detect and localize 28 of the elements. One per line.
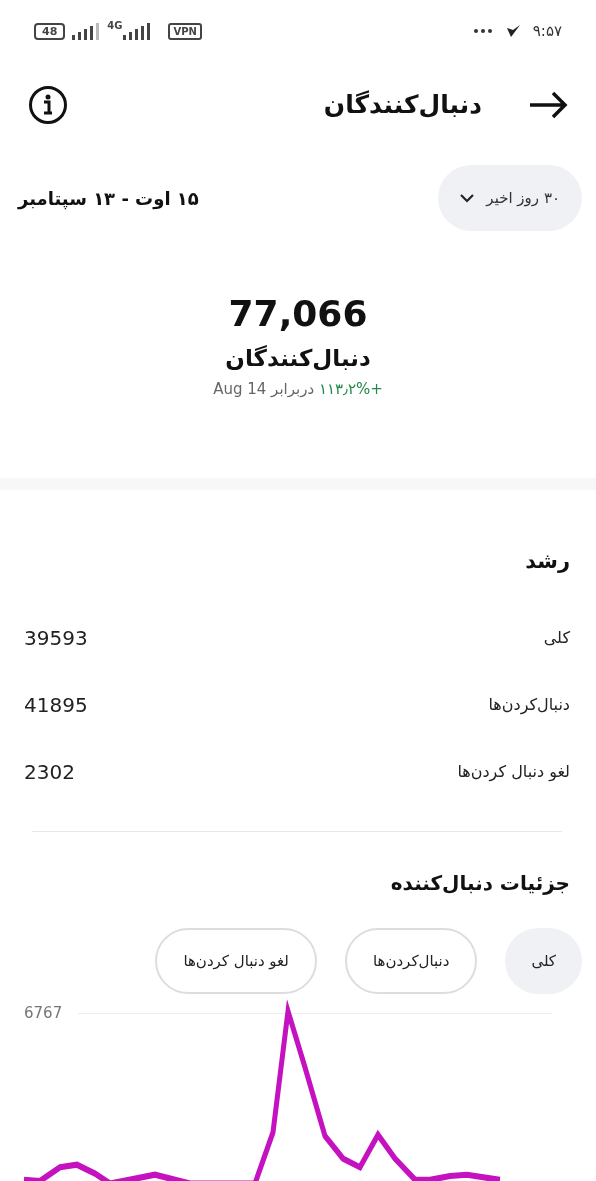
chevron-down-icon (460, 193, 475, 203)
follower-count: 77,066 (228, 292, 368, 336)
filter-chip[interactable]: دنبال‌کردن‌ها (344, 928, 478, 994)
follower-label: دنبال‌کنندگان (225, 344, 371, 373)
change-summary: +۱۱۳٫۲% دربرابر Aug 14 (213, 379, 383, 400)
growth-title: رشد (524, 548, 570, 575)
filter-chip[interactable]: کلی (505, 928, 582, 994)
date-range: ۱۵ اوت - ۱۳ سپتامبر (18, 186, 199, 212)
info-icon[interactable] (28, 85, 68, 125)
metric-value: 39593 (24, 624, 88, 652)
signal-icon (72, 22, 101, 40)
battery-indicator: 48 (34, 22, 66, 40)
metric-value: 41895 (24, 691, 88, 719)
more-icon (472, 28, 493, 34)
period-dropdown[interactable]: ۳۰ روز اخیر (438, 165, 582, 231)
filter-chip[interactable]: لغو دنبال کردن‌ها (155, 928, 317, 994)
network-label: 4G (107, 18, 123, 33)
metric-label: دنبال‌کردن‌ها (488, 693, 570, 717)
vpn-badge: VPN (168, 22, 202, 40)
page-title: دنبال‌کنندگان (323, 89, 482, 122)
metric-value: 2302 (24, 758, 75, 786)
metric-label: کلی (543, 626, 570, 649)
axis-label: 6767 (24, 1003, 63, 1024)
details-title: جزئیات دنبال‌کننده (389, 870, 570, 897)
status-time: ۹:۵۷ (532, 20, 562, 42)
back-arrow-icon[interactable] (528, 91, 568, 119)
check-icon (504, 24, 521, 38)
metric-label: لغو دنبال کردن‌ها (457, 760, 570, 784)
